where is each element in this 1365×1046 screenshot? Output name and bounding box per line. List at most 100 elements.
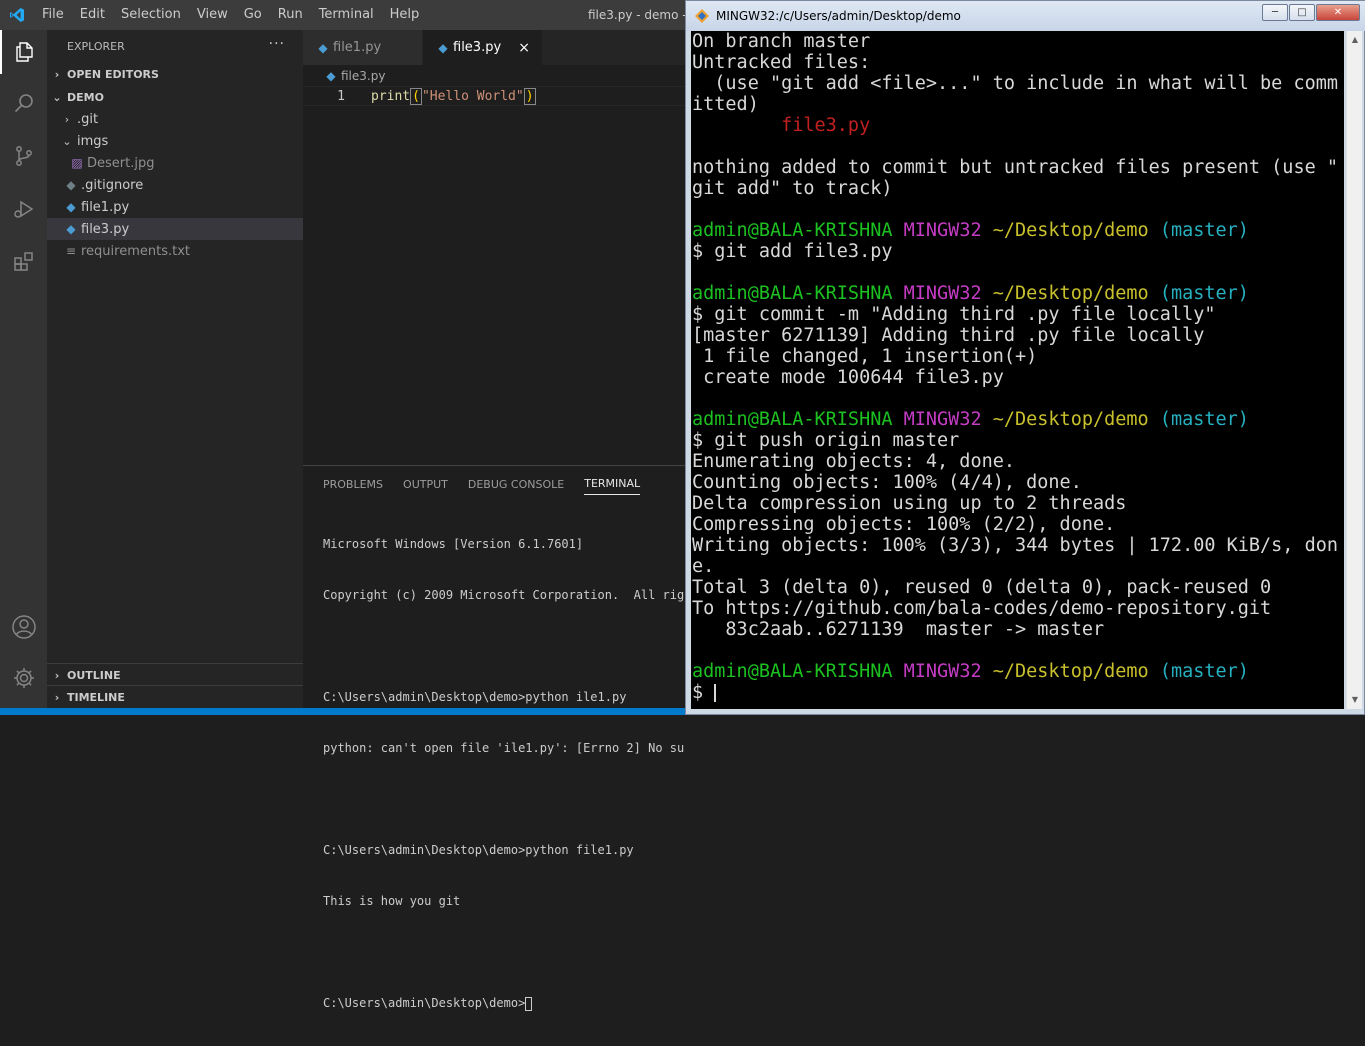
console-line: [master 6271139] Adding third .py file l… [692, 325, 1205, 346]
console-line-untracked-file: file3.py [692, 115, 871, 136]
console-input-line[interactable]: $ [692, 682, 1344, 703]
console-line: $ git add file3.py [692, 241, 893, 262]
vscode-logo-icon [0, 0, 34, 30]
tab-terminal[interactable]: TERMINAL [584, 473, 641, 495]
code-string: "Hello World" [421, 88, 524, 104]
terminal-line: python: can't open file 'ile1.py': [Errn… [323, 741, 685, 755]
tree-item-file1-py[interactable]: ◆ file1.py [47, 196, 303, 218]
explorer-icon[interactable] [0, 30, 47, 74]
settings-gear-icon[interactable] [0, 656, 47, 700]
run-debug-icon[interactable] [0, 187, 47, 231]
tree-item-git[interactable]: › .git [47, 108, 303, 130]
tab-file3-py[interactable]: ◆ file3.py × [423, 30, 543, 65]
vscode-titlebar: File Edit Selection View Go Run Terminal… [0, 0, 699, 30]
terminal-line: This is how you git [323, 894, 461, 908]
outline-label: OUTLINE [67, 668, 121, 682]
mingw-app-icon [695, 9, 709, 23]
mingw-terminal-window: MINGW32:/c/Users/admin/Desktop/demo ─ □ … [685, 0, 1365, 715]
maximize-button[interactable]: □ [1289, 4, 1315, 21]
more-actions-icon[interactable]: ··· [269, 36, 285, 52]
console-line: Writing objects: 100% (3/3), 344 bytes |… [692, 535, 1339, 556]
timeline-label: TIMELINE [67, 690, 125, 704]
tree-item-requirements-txt[interactable]: ≡ requirements.txt [47, 240, 303, 262]
text-file-icon: ≡ [65, 244, 77, 258]
tree-item-label: Desert.jpg [87, 155, 155, 171]
line-number: 1 [337, 88, 345, 104]
editor-tabs: ◆ file1.py ◆ file3.py × [303, 30, 685, 65]
menubar: File Edit Selection View Go Run Terminal… [34, 0, 427, 30]
menu-terminal[interactable]: Terminal [311, 0, 382, 30]
prompt-branch: (master) [1159, 661, 1249, 682]
prompt-sys: MINGW32 [903, 661, 982, 682]
menu-run[interactable]: Run [270, 0, 311, 30]
prompt-user: admin@BALA-KRISHNA [692, 409, 893, 430]
scroll-up-arrow-icon[interactable]: ▲ [1347, 31, 1363, 48]
close-tab-icon[interactable]: × [518, 40, 530, 56]
console-line: 1 file changed, 1 insertion(+) [692, 346, 1038, 367]
prompt-user: admin@BALA-KRISHNA [692, 283, 893, 304]
python-file-icon: ◆ [318, 40, 328, 55]
gitignore-file-icon: ◆ [66, 178, 76, 192]
breadcrumb-item[interactable]: file3.py [341, 69, 385, 83]
menu-view[interactable]: View [189, 0, 236, 30]
prompt-branch: (master) [1159, 283, 1249, 304]
open-editors-label: OPEN EDITORS [67, 67, 159, 81]
account-icon[interactable] [0, 605, 47, 649]
prompt-path: ~/Desktop/demo [992, 661, 1149, 682]
terminal-prompt-line: C:\Users\admin\Desktop\demo> [323, 995, 685, 1012]
prompt-user: admin@BALA-KRISHNA [692, 220, 893, 241]
tab-output[interactable]: OUTPUT [403, 466, 448, 502]
integrated-terminal[interactable]: Microsoft Windows [Version 6.1.7601] Cop… [303, 502, 685, 1046]
outline-section[interactable]: › OUTLINE [47, 663, 303, 686]
search-icon[interactable] [0, 81, 47, 125]
console-line: $ git commit -m "Adding third .py file l… [692, 304, 1216, 325]
console-line: 83c2aab..6271139 master -> master [692, 619, 1105, 640]
minimize-button[interactable]: ─ [1262, 4, 1288, 21]
extensions-icon[interactable] [0, 240, 47, 284]
tree-item-gitignore[interactable]: ◆ .gitignore [47, 174, 303, 196]
python-file-icon: ◆ [66, 200, 76, 214]
terminal-line: Microsoft Windows [Version 6.1.7601] [323, 537, 584, 551]
menu-edit[interactable]: Edit [72, 0, 113, 30]
panel-tabs: PROBLEMS OUTPUT DEBUG CONSOLE TERMINAL [303, 466, 685, 502]
tab-problems[interactable]: PROBLEMS [323, 466, 383, 502]
code-line[interactable]: 1 print("Hello World") [303, 86, 685, 106]
tree-item-file3-py[interactable]: ◆ file3.py [47, 218, 303, 240]
console-prompt-line: admin@BALA-KRISHNA MINGW32 ~/Desktop/dem… [692, 283, 1344, 304]
source-control-icon[interactable] [0, 134, 47, 178]
explorer-sidebar: EXPLORER ··· › OPEN EDITORS ⌄ DEMO › .gi… [47, 30, 303, 708]
menu-file[interactable]: File [34, 0, 72, 30]
tab-debug-console[interactable]: DEBUG CONSOLE [468, 466, 564, 502]
console-prompt-line: admin@BALA-KRISHNA MINGW32 ~/Desktop/dem… [692, 661, 1344, 682]
close-button[interactable]: ✕ [1316, 4, 1360, 21]
console-line: Enumerating objects: 4, done. [692, 451, 1016, 472]
menu-selection[interactable]: Selection [113, 0, 189, 30]
console-line: $ git push origin master [692, 430, 960, 451]
menu-go[interactable]: Go [236, 0, 270, 30]
console-scrollbar[interactable]: ▲ ▼ [1346, 31, 1362, 709]
timeline-section[interactable]: › TIMELINE [47, 685, 303, 708]
chevron-right-icon: › [64, 112, 70, 126]
tree-item-label: requirements.txt [81, 243, 191, 259]
tab-file1-py[interactable]: ◆ file1.py [303, 30, 423, 65]
menu-help[interactable]: Help [382, 0, 428, 30]
tree-item-imgs[interactable]: ⌄ imgs [47, 130, 303, 152]
open-editors-section[interactable]: › OPEN EDITORS [47, 63, 303, 85]
python-file-icon: ◆ [66, 222, 76, 236]
prompt-user: admin@BALA-KRISHNA [692, 661, 893, 682]
python-file-icon: ◆ [326, 69, 336, 83]
demo-folder-section[interactable]: ⌄ DEMO [47, 86, 303, 108]
scroll-down-arrow-icon[interactable]: ▼ [1347, 691, 1363, 708]
tree-item-desert-jpg[interactable]: ▨ Desert.jpg [47, 152, 303, 174]
tab-label: file3.py [453, 40, 502, 55]
chevron-right-icon: › [54, 67, 60, 81]
console-line: Counting objects: 100% (4/4), done. [692, 472, 1082, 493]
prompt-sys: MINGW32 [903, 283, 982, 304]
tree-item-label: file1.py [81, 199, 130, 215]
mingw-console[interactable]: On branch master Untracked files: (use "… [691, 31, 1344, 709]
console-line: Untracked files: [692, 52, 871, 73]
console-line: create mode 100644 file3.py [692, 367, 1004, 388]
console-line: Compressing objects: 100% (2/2), done. [692, 514, 1116, 535]
